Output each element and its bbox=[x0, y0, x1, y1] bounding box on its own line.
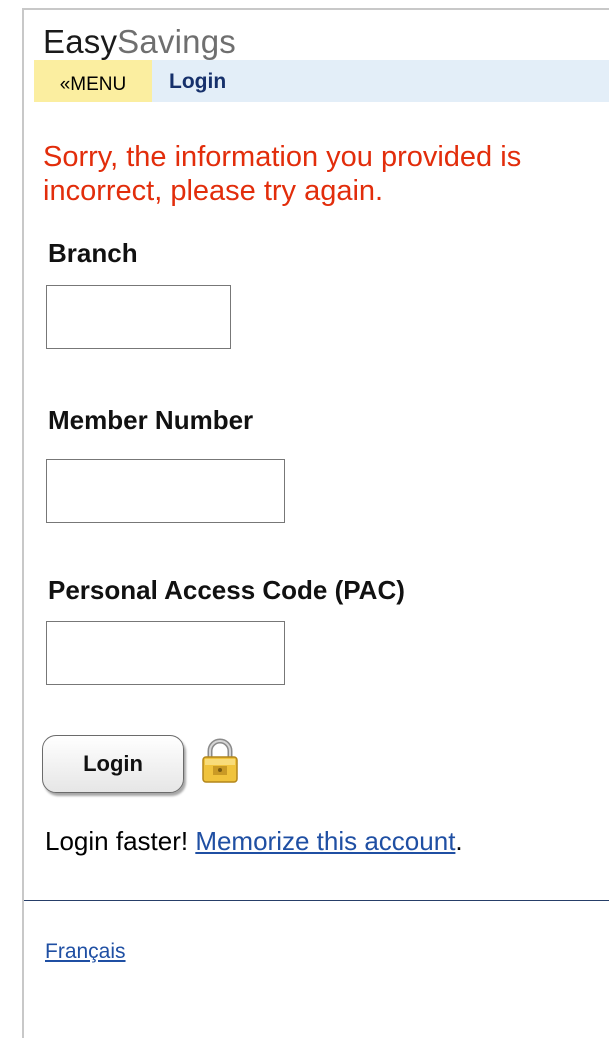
brand-easy: Easy bbox=[43, 23, 118, 60]
login-faster-period: . bbox=[455, 826, 463, 856]
memorize-account-link[interactable]: Memorize this account bbox=[195, 826, 455, 856]
login-faster-prefix: Login faster! bbox=[45, 826, 196, 856]
brand-savings: Savings bbox=[117, 23, 236, 60]
login-faster-text: Login faster! Memorize this account. bbox=[45, 826, 463, 857]
language-link-francais[interactable]: Français bbox=[45, 940, 126, 964]
brand-logo: EasySavings bbox=[43, 22, 236, 62]
pac-label: Personal Access Code (PAC) bbox=[48, 575, 405, 605]
nav-bar: «MENU Login bbox=[34, 60, 609, 102]
branch-label: Branch bbox=[48, 238, 138, 268]
error-message: Sorry, the information you provided is i… bbox=[43, 141, 522, 207]
login-button[interactable]: Login bbox=[42, 735, 184, 793]
member-number-input[interactable] bbox=[46, 459, 285, 523]
pac-input[interactable] bbox=[46, 621, 285, 685]
member-number-label: Member Number bbox=[48, 405, 254, 435]
footer-divider bbox=[24, 900, 609, 901]
breadcrumb-login: Login bbox=[169, 70, 227, 93]
padlock-icon bbox=[202, 738, 238, 783]
branch-input[interactable] bbox=[46, 285, 231, 349]
menu-button[interactable]: «MENU bbox=[34, 60, 152, 102]
